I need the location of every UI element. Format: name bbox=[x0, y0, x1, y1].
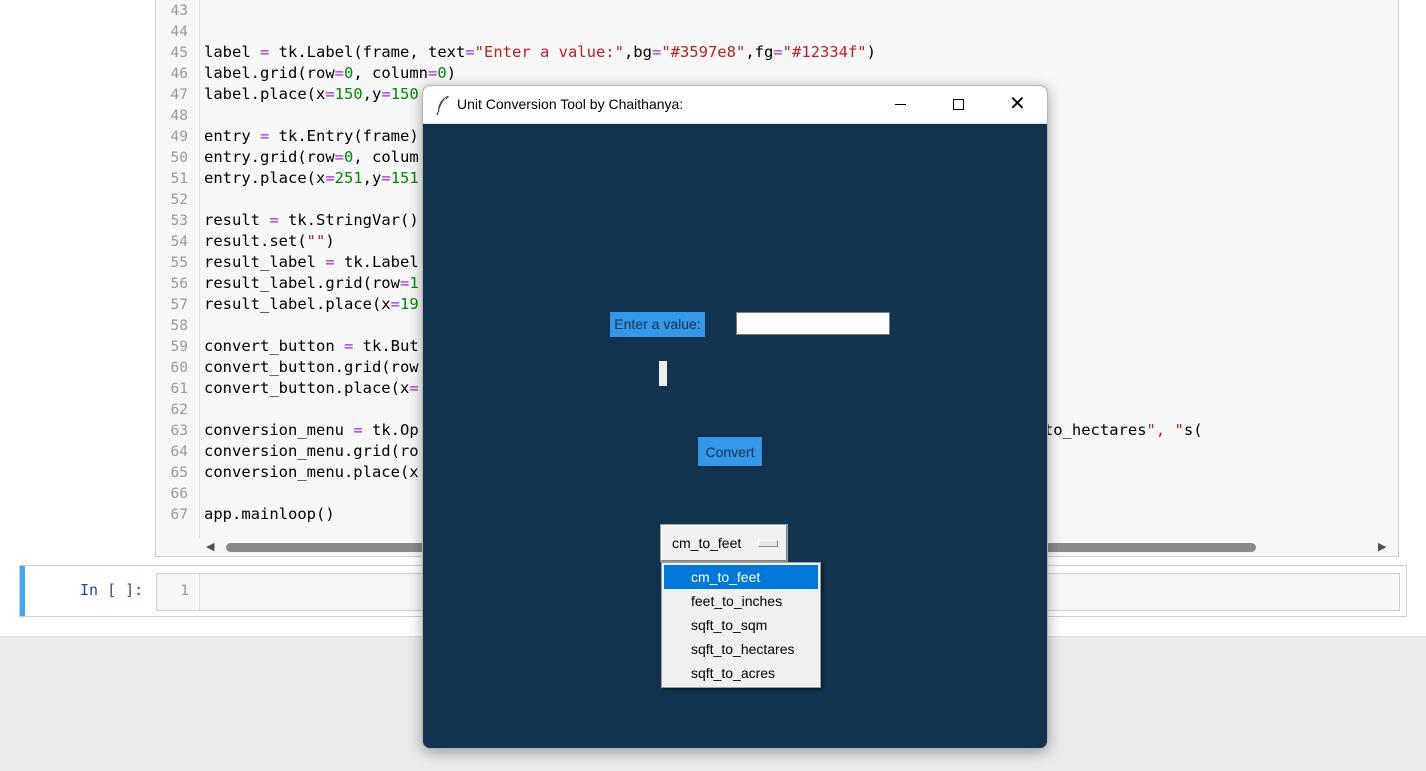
value-input[interactable] bbox=[736, 312, 890, 335]
maximize-button[interactable] bbox=[929, 86, 987, 123]
line-number: 56 bbox=[170, 276, 188, 292]
line-number: 58 bbox=[170, 318, 188, 334]
line-number: 49 bbox=[170, 129, 188, 145]
line-number: 44 bbox=[170, 24, 188, 40]
conversion-menu[interactable]: cm_to_feet bbox=[660, 524, 788, 562]
line-number: 67 bbox=[170, 507, 188, 523]
line-number: 52 bbox=[170, 192, 188, 208]
code-line[interactable]: result_label.grid(row=1 bbox=[204, 273, 419, 294]
line-number: 51 bbox=[170, 171, 188, 187]
conversion-dropdown-list[interactable]: cm_to_feet feet_to_inches sqft_to_sqm sqft_… bbox=[661, 562, 821, 688]
code-line[interactable]: entry.grid(row=0, colum bbox=[204, 147, 419, 168]
dropdown-option-sqft-to-hectares[interactable]: sqft_to_hectares bbox=[664, 637, 818, 661]
line-number: 46 bbox=[170, 66, 188, 82]
line-number: 48 bbox=[170, 108, 188, 124]
line-number: 66 bbox=[170, 486, 188, 502]
line-number: 47 bbox=[170, 87, 188, 103]
line-number: 57 bbox=[170, 297, 188, 313]
line-number: 55 bbox=[170, 255, 188, 271]
convert-button[interactable]: Convert bbox=[697, 436, 763, 467]
line-number: 53 bbox=[170, 213, 188, 229]
line-number-gutter: 1 bbox=[157, 574, 200, 610]
code-line[interactable]: label.grid(row=0, column=0) bbox=[204, 63, 456, 84]
line-number: 65 bbox=[170, 465, 188, 481]
option-menu-indicator-icon bbox=[758, 540, 778, 547]
unit-conversion-window[interactable]: Unit Conversion Tool by Chaithanya: ✕ En… bbox=[422, 85, 1048, 749]
line-number: 59 bbox=[170, 339, 188, 355]
line-number-gutter: 43 44 45 46 47 48 49 50 51 52 53 54 55 56 57 58 59 60 61 62… bbox=[156, 0, 200, 538]
code-line[interactable]: result.set("") bbox=[204, 231, 335, 252]
line-number: 62 bbox=[170, 402, 188, 418]
enter-value-label: Enter a value: bbox=[610, 312, 705, 337]
code-line[interactable]: conversion_menu.grid(ro bbox=[204, 441, 419, 462]
code-line[interactable]: result_label = tk.Label bbox=[204, 252, 419, 273]
scroll-right-icon[interactable]: ▶ bbox=[1378, 540, 1386, 553]
conversion-menu-value: cm_to_feet bbox=[672, 535, 742, 551]
line-number: 45 bbox=[170, 45, 188, 61]
line-number: 43 bbox=[170, 3, 188, 19]
code-line[interactable]: result = tk.StringVar() bbox=[204, 210, 419, 231]
close-button[interactable]: ✕ bbox=[988, 86, 1046, 123]
code-line[interactable]: result_label.place(x=19 bbox=[204, 294, 419, 315]
dropdown-option-sqft-to-sqm[interactable]: sqft_to_sqm bbox=[664, 613, 818, 637]
minimize-icon bbox=[895, 104, 906, 105]
code-line[interactable]: label = tk.Label(frame, text="Enter a va… bbox=[204, 42, 876, 63]
line-number: 1 bbox=[180, 583, 189, 599]
line-number: 60 bbox=[170, 360, 188, 376]
input-prompt: In [ ]: bbox=[80, 581, 144, 599]
code-line[interactable]: label.place(x=150,y=150 bbox=[204, 84, 419, 105]
dropdown-option-feet-to-inches[interactable]: feet_to_inches bbox=[664, 589, 818, 613]
code-line[interactable]: conversion_menu.place(x bbox=[204, 462, 419, 483]
line-number: 50 bbox=[170, 150, 188, 166]
dropdown-option-cm-to-feet[interactable]: cm_to_feet bbox=[664, 565, 818, 589]
code-line[interactable]: entry = tk.Entry(frame) bbox=[204, 126, 419, 147]
line-number: 61 bbox=[170, 381, 188, 397]
line-number: 54 bbox=[170, 234, 188, 250]
maximize-icon bbox=[953, 99, 964, 110]
dropdown-option-sqft-to-acres[interactable]: sqft_to_acres bbox=[664, 661, 818, 685]
line-number: 64 bbox=[170, 444, 188, 460]
scroll-left-icon[interactable]: ◀ bbox=[206, 540, 214, 553]
code-line[interactable]: convert_button.grid(row bbox=[204, 357, 419, 378]
code-line[interactable]: convert_button.place(x= bbox=[204, 378, 419, 399]
minimize-button[interactable] bbox=[871, 86, 929, 123]
cell-selection-indicator bbox=[20, 566, 25, 616]
result-label bbox=[659, 361, 667, 386]
window-titlebar[interactable]: Unit Conversion Tool by Chaithanya: ✕ bbox=[423, 86, 1047, 124]
feather-icon bbox=[436, 96, 449, 115]
code-line[interactable]: app.mainloop() bbox=[204, 504, 335, 525]
line-number: 63 bbox=[170, 423, 188, 439]
window-title: Unit Conversion Tool by Chaithanya: bbox=[457, 96, 684, 112]
code-line[interactable]: entry.place(x=251,y=151 bbox=[204, 168, 419, 189]
close-icon: ✕ bbox=[1009, 91, 1026, 115]
